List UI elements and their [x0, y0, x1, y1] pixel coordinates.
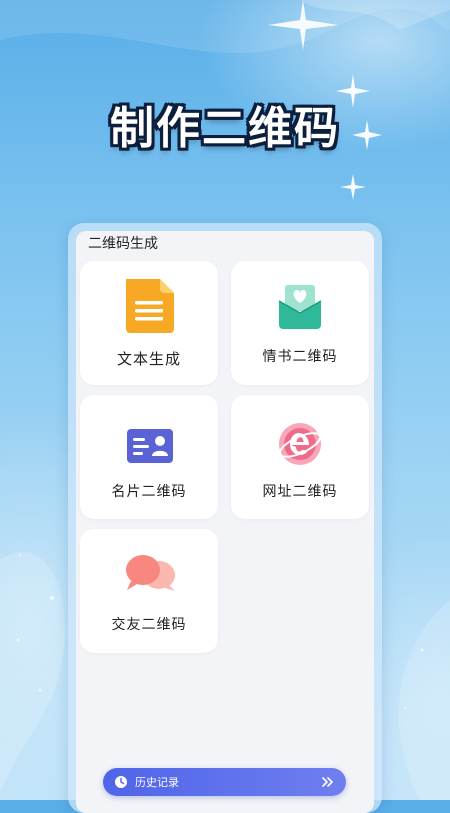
love-letter-icon — [277, 283, 323, 333]
hero-title: 制作二维码 — [110, 103, 340, 154]
history-button[interactable]: 历史记录 — [103, 768, 346, 796]
web-browser-icon — [277, 421, 323, 471]
card-business-card[interactable]: 名片二维码 — [80, 395, 218, 519]
page-header: 二维码生成 — [88, 236, 158, 252]
card-label: 网址二维码 — [262, 484, 338, 500]
card-label: 文本生成 — [116, 350, 181, 368]
card-web-url[interactable]: 网址二维码 — [231, 395, 369, 519]
sparkle-icon — [340, 174, 366, 200]
sparkle-icon — [268, 0, 338, 50]
double-chevron-right-icon — [322, 777, 333, 787]
app-screen: 二维码生成 文本生成 情书二维码 名片二维码 网址二维码 交友二维码 — [76, 231, 374, 813]
card-love-letter[interactable]: 情书二维码 — [231, 261, 369, 385]
document-icon — [122, 277, 176, 337]
card-label: 名片二维码 — [111, 484, 187, 500]
chat-bubbles-icon — [125, 553, 177, 597]
business-card-icon — [127, 429, 173, 467]
history-label: 历史记录 — [135, 776, 179, 789]
phone-frame: 二维码生成 文本生成 情书二维码 名片二维码 网址二维码 交友二维码 — [68, 223, 382, 813]
card-make-friends[interactable]: 交友二维码 — [80, 529, 218, 653]
clock-icon — [115, 776, 127, 788]
card-label: 交友二维码 — [111, 617, 187, 633]
card-text-generate[interactable]: 文本生成 — [80, 261, 218, 385]
card-label: 情书二维码 — [262, 349, 338, 365]
